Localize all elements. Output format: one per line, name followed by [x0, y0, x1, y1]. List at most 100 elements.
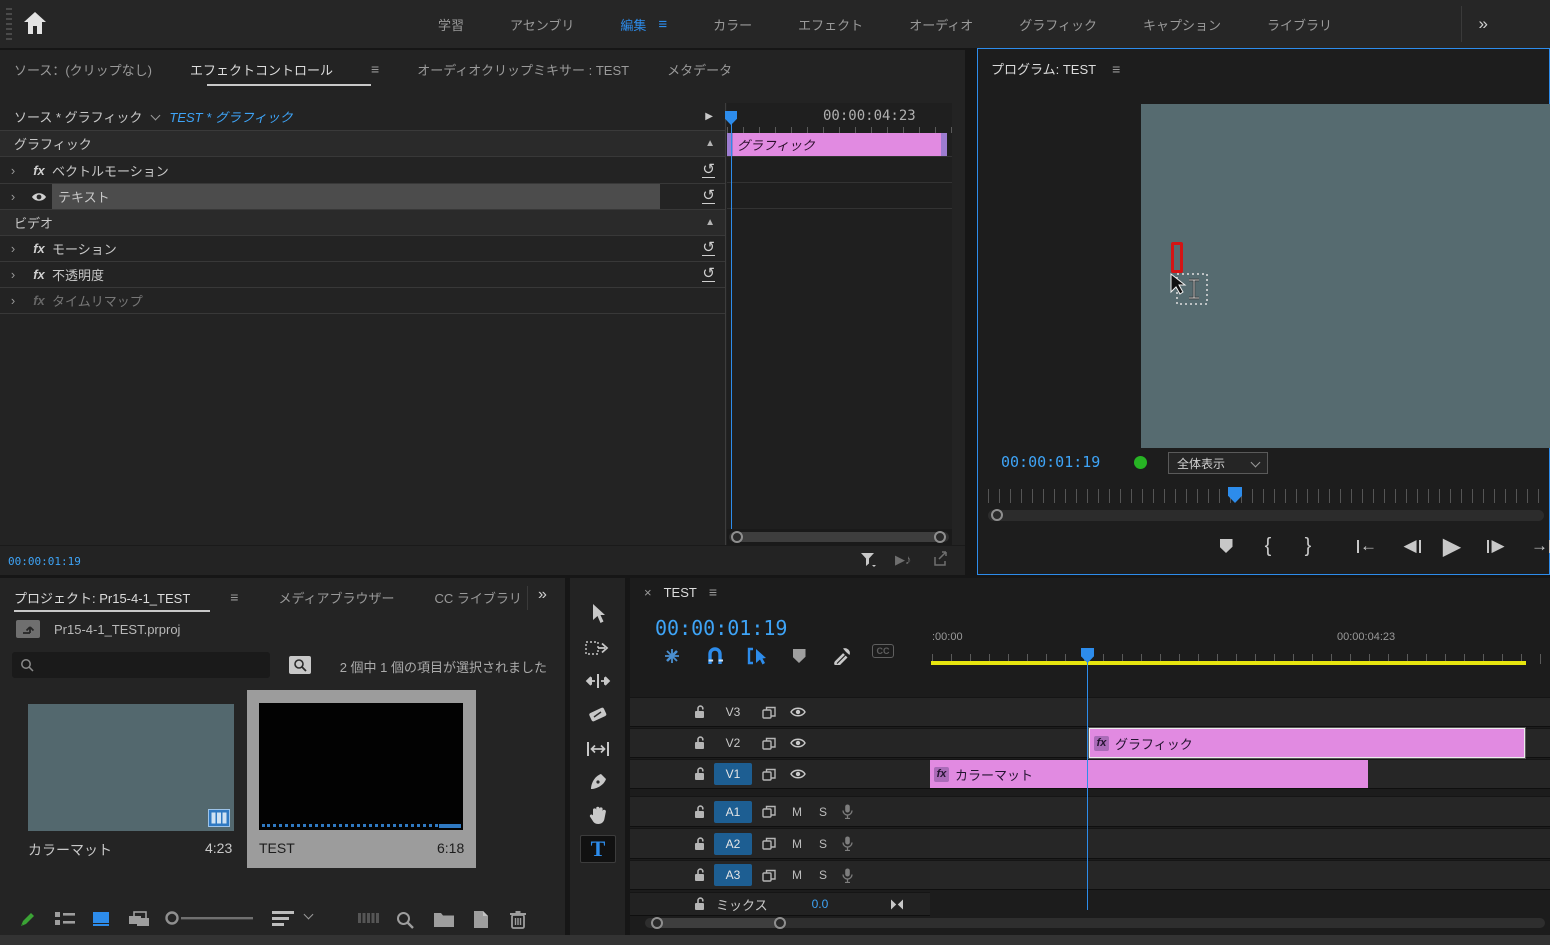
lock-icon[interactable] [694, 705, 706, 719]
mark-in-button[interactable]: { [1260, 531, 1276, 561]
captions-cc-icon[interactable]: CC [872, 644, 894, 658]
workspace-tab-captions[interactable]: キャプション [1143, 15, 1221, 34]
track-name[interactable]: V3 [714, 701, 752, 723]
project-item-color-matte[interactable] [28, 704, 234, 831]
collapse-icon[interactable]: ▲ [705, 217, 715, 228]
search-input[interactable] [12, 652, 270, 678]
track-output-eye-icon[interactable] [790, 737, 806, 749]
scroll-handle-left[interactable] [731, 531, 743, 543]
workspace-tab-libraries[interactable]: ライブラリ [1267, 15, 1332, 34]
delete-trash-icon[interactable] [510, 911, 526, 929]
zoom-level-select[interactable]: 全体表示 [1168, 452, 1268, 474]
step-back-button[interactable]: ◀ [1398, 531, 1426, 561]
effect-row-vector-motion[interactable]: › fx ベクトルモーション ↺ [0, 158, 725, 184]
track-select-forward-tool[interactable] [580, 634, 616, 662]
workspace-menu-icon[interactable]: ≡ [658, 16, 667, 33]
collapse-icon[interactable]: ▲ [705, 138, 715, 149]
effect-row-motion[interactable]: › fx モーション ↺ [0, 236, 725, 262]
mute-button[interactable]: M [784, 805, 810, 819]
solo-button[interactable]: S [810, 868, 836, 882]
project-bin-icon[interactable] [16, 620, 40, 638]
track-header-a3[interactable]: A3 M S [630, 860, 930, 890]
mute-button[interactable]: M [784, 868, 810, 882]
clip-graphic[interactable]: fx グラフィック [1089, 728, 1525, 758]
workspace-tab-color[interactable]: カラー [713, 15, 752, 34]
snap-magnet-icon[interactable] [703, 644, 727, 668]
play-audio-icon[interactable]: ▶♪ [895, 552, 912, 568]
track-header-v3[interactable]: V3 [630, 697, 930, 727]
new-item-icon[interactable] [473, 911, 489, 928]
linked-selection-icon[interactable] [745, 644, 769, 668]
program-ruler[interactable] [988, 489, 1544, 503]
ripple-edit-tool[interactable] [580, 667, 616, 695]
filter-properties-icon[interactable] [860, 552, 877, 568]
lane-a1[interactable] [930, 796, 1550, 827]
project-file-name[interactable]: Pr15-4-1_TEST.prproj [54, 622, 180, 637]
workspace-tab-audio[interactable]: オーディオ [909, 15, 973, 34]
voiceover-mic-icon[interactable] [842, 804, 853, 819]
chevron-right-icon[interactable]: › [0, 241, 26, 256]
go-to-in-button[interactable]: ← [1352, 531, 1382, 561]
workspace-tab-graphics[interactable]: グラフィック [1019, 15, 1097, 34]
mix-track-header[interactable]: ミックス 0.0 [630, 892, 930, 916]
workspace-tab-effects[interactable]: エフェクト [798, 15, 863, 34]
tab-effect-controls[interactable]: エフェクトコントロール [190, 60, 333, 79]
effect-row-time-remap[interactable]: › fx タイムリマップ [0, 288, 725, 314]
play-button[interactable]: ▶ [1438, 531, 1466, 561]
tab-cc-libraries[interactable]: CC ライブラリ [435, 588, 522, 607]
track-header-v1[interactable]: V1 [630, 759, 930, 789]
sync-lock-icon[interactable] [762, 869, 776, 882]
item-name[interactable]: カラーマット [28, 840, 112, 860]
timeline-timecode[interactable]: 00:00:01:19 [655, 616, 787, 640]
search-bin-icon[interactable] [288, 654, 312, 676]
new-bin-icon[interactable] [434, 911, 454, 927]
effect-group-graphics[interactable]: グラフィック ▲ [0, 131, 725, 157]
voiceover-mic-icon[interactable] [842, 868, 853, 883]
scroll-handle-right[interactable] [934, 531, 946, 543]
automate-to-sequence-icon[interactable] [358, 911, 380, 925]
fx-icon[interactable]: fx [26, 267, 52, 282]
video-preview[interactable] [1141, 104, 1550, 448]
icon-view-button[interactable] [92, 911, 110, 927]
zoom-handle-right[interactable] [774, 917, 786, 929]
export-frame-icon[interactable] [933, 551, 949, 567]
lane-v3[interactable] [930, 697, 1550, 727]
source-clip-label[interactable]: ソース * グラフィック [14, 107, 142, 126]
panel-menu-icon[interactable]: ≡ [371, 61, 379, 77]
type-tool[interactable]: T [580, 835, 616, 863]
chevron-right-icon[interactable]: › [0, 163, 26, 178]
track-output-eye-icon[interactable] [790, 706, 806, 718]
lane-a2[interactable] [930, 828, 1550, 859]
chevron-right-icon[interactable]: › [0, 189, 26, 204]
lock-icon[interactable] [694, 804, 706, 819]
project-item-test-sequence[interactable] [259, 703, 463, 830]
filmstrip-badge-icon[interactable] [208, 809, 230, 827]
mix-value[interactable]: 0.0 [812, 897, 829, 911]
effect-group-video[interactable]: ビデオ ▲ [0, 210, 725, 236]
lock-icon[interactable] [694, 836, 706, 851]
workspace-overflow-icon[interactable]: » [1479, 14, 1488, 34]
panel-overflow-icon[interactable]: » [538, 586, 547, 604]
clip-color-matte[interactable]: fx カラーマット [930, 760, 1368, 788]
mark-out-button[interactable]: } [1300, 531, 1316, 561]
track-name[interactable]: A3 [714, 864, 752, 886]
eye-icon[interactable] [26, 191, 52, 203]
tab-source-monitor[interactable]: ソース：(クリップなし) [14, 60, 152, 79]
lock-icon[interactable] [694, 767, 706, 781]
program-timecode[interactable]: 00:00:01:19 [1001, 453, 1100, 471]
workspace-tab-assembly[interactable]: アセンブリ [510, 15, 574, 34]
chevron-right-icon[interactable]: › [0, 293, 26, 308]
mute-button[interactable]: M [784, 837, 810, 851]
zoom-handle-left[interactable] [651, 917, 663, 929]
lock-icon[interactable] [694, 868, 706, 882]
voiceover-mic-icon[interactable] [842, 836, 853, 851]
panel-menu-icon[interactable]: ≡ [230, 589, 238, 605]
mini-timeline-scrollbar[interactable] [727, 529, 952, 545]
zoom-slider[interactable] [165, 911, 255, 925]
track-name[interactable]: A1 [714, 800, 752, 823]
fx-icon[interactable]: fx [26, 241, 52, 256]
lock-icon[interactable] [694, 736, 706, 750]
tab-audio-clip-mixer[interactable]: オーディオクリップミキサー : TEST [417, 60, 629, 79]
sync-lock-icon[interactable] [762, 706, 776, 719]
slip-tool[interactable] [580, 735, 616, 763]
